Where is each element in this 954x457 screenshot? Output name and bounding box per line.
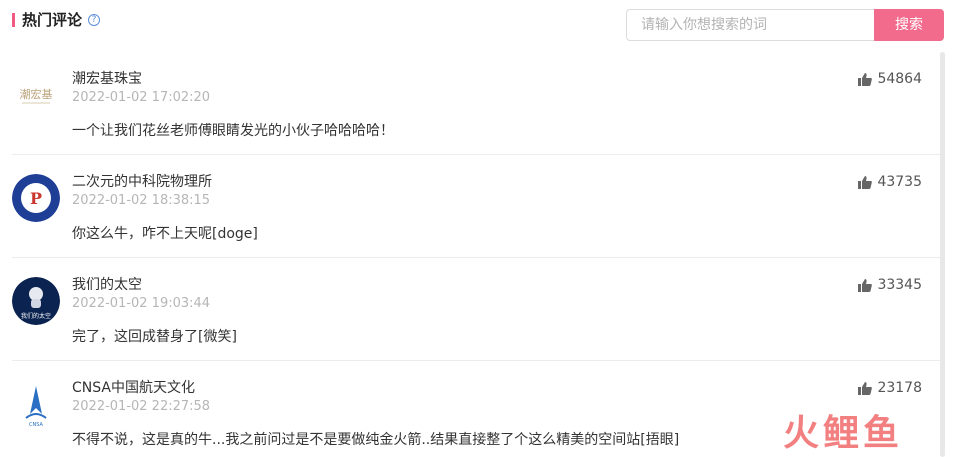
like-count: 54864 [877, 71, 922, 87]
comment-author[interactable]: 二次元的中科院物理所 [72, 173, 212, 191]
svg-text:P: P [30, 189, 42, 208]
comment-time: 2022-01-02 22:27:58 [72, 399, 211, 414]
comment-author[interactable]: 潮宏基珠宝 [72, 70, 142, 88]
like-button[interactable]: 23178 [858, 378, 922, 398]
comment-text: 你这么牛，咋不上天呢[doge] [72, 226, 258, 242]
like-count: 43735 [877, 174, 922, 190]
avatar[interactable]: CNSA [12, 380, 60, 428]
search-input[interactable] [626, 9, 875, 41]
thumbs-up-icon [858, 176, 873, 189]
like-button[interactable]: 33345 [858, 275, 922, 295]
comment-time: 2022-01-02 19:03:44 [72, 296, 211, 311]
title-accent-bar [12, 13, 15, 27]
svg-text:潮宏基: 潮宏基 [20, 87, 53, 101]
thumbs-up-icon [858, 279, 873, 292]
like-count: 23178 [877, 380, 922, 396]
thumbs-up-icon [858, 73, 873, 86]
avatar[interactable]: P [12, 174, 60, 222]
avatar[interactable]: 潮宏基 [12, 71, 60, 119]
like-button[interactable]: 54864 [858, 69, 922, 89]
like-button[interactable]: 43735 [858, 172, 922, 192]
comment-text: 不得不说，这是真的牛...我之前问过是不是要做纯金火箭..结果直接整了个这么精美… [72, 432, 680, 448]
svg-text:CNSA: CNSA [29, 422, 43, 428]
comment-list: 潮宏基 潮宏基珠宝 2022-01-02 17:02:20 一个让我们花丝老师傅… [0, 52, 942, 457]
comment-text: 完了，这回成替身了[微笑] [72, 329, 237, 345]
section-title: 热门评论 [22, 11, 83, 29]
avatar[interactable]: 我们的太空 [12, 277, 60, 325]
comment-item: 我们的太空 我们的太空 2022-01-02 19:03:44 完了，这回成替身… [12, 258, 940, 361]
hot-comments-header: 热门评论 ? 搜索 [0, 0, 954, 48]
help-icon[interactable]: ? [88, 14, 100, 26]
svg-text:我们的太空: 我们的太空 [21, 312, 51, 320]
comment-item: 潮宏基 潮宏基珠宝 2022-01-02 17:02:20 一个让我们花丝老师傅… [12, 52, 940, 155]
scrollbar[interactable] [940, 52, 945, 457]
like-count: 33345 [877, 277, 922, 293]
comment-time: 2022-01-02 17:02:20 [72, 90, 211, 105]
thumbs-up-icon [858, 382, 873, 395]
watermark-logo: 火鲤鱼 [783, 413, 904, 454]
comment-time: 2022-01-02 18:38:15 [72, 193, 211, 208]
comment-item: P 二次元的中科院物理所 2022-01-02 18:38:15 你这么牛，咋不… [12, 155, 940, 258]
search-button[interactable]: 搜索 [874, 9, 944, 41]
comment-text: 一个让我们花丝老师傅眼睛发光的小伙子哈哈哈哈！ [72, 123, 394, 139]
comment-author[interactable]: 我们的太空 [72, 276, 142, 294]
comment-author[interactable]: CNSA中国航天文化 [72, 379, 195, 397]
